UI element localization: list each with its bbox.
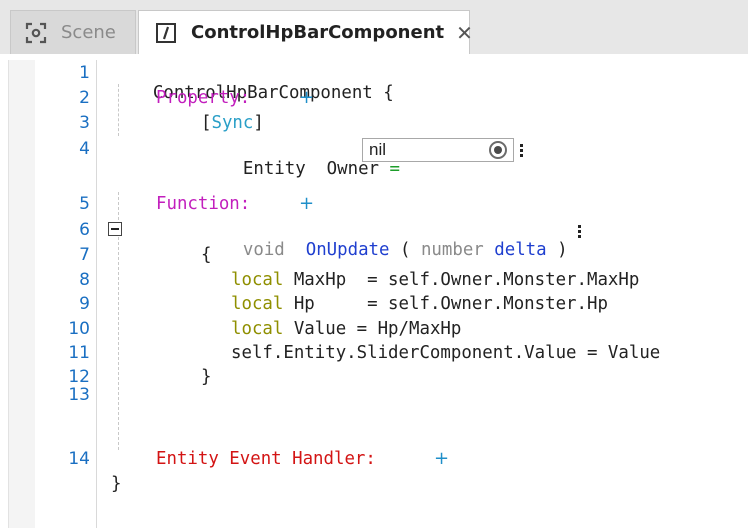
add-event-handler-button[interactable]: + xyxy=(434,449,449,469)
code-line-8: local MaxHp = self.Owner.Monster.MaxHp xyxy=(231,270,639,290)
scene-icon xyxy=(25,22,47,44)
line-number: 4 xyxy=(79,139,90,159)
property-equals: = xyxy=(389,159,400,179)
tab-scene-label: Scene xyxy=(61,22,116,43)
property-section-label: Property: xyxy=(156,88,251,108)
line-number: 9 xyxy=(79,294,90,314)
line-number: 8 xyxy=(79,270,90,290)
line-number: 12 xyxy=(68,367,90,387)
editor-left-margin xyxy=(8,60,35,528)
line-number: 2 xyxy=(79,88,90,108)
statement-text: self.Entity.SliderComponent.Value = Valu… xyxy=(231,343,661,363)
function-name: OnUpdate xyxy=(305,240,390,260)
line-number: 1 xyxy=(79,63,90,83)
line-number: 10 xyxy=(68,319,90,339)
tab-active-label: ControlHpBarComponent xyxy=(191,22,445,43)
function-more-icon[interactable] xyxy=(578,225,582,240)
statement-text: Value = Hp/MaxHp xyxy=(283,319,462,339)
paren-open: ( xyxy=(399,240,411,260)
add-function-button[interactable]: + xyxy=(299,194,314,214)
close-icon[interactable]: ✕ xyxy=(456,21,473,45)
script-editor: 1 2 3 4 5 6 7 8 9 10 11 12 13 14 Control… xyxy=(0,54,748,528)
property-more-icon[interactable] xyxy=(520,144,524,159)
script-file-icon xyxy=(155,22,177,44)
close-brace: } xyxy=(111,474,122,494)
statement-text: Hp = self.Owner.Monster.Hp xyxy=(283,294,608,314)
tab-bar: Scene ControlHpBarComponent ✕ xyxy=(0,0,748,54)
target-picker-icon[interactable] xyxy=(489,141,507,159)
local-keyword: local xyxy=(231,319,284,339)
open-brace: { xyxy=(383,83,394,103)
param-type: number xyxy=(420,240,484,260)
collapse-icon[interactable] xyxy=(108,222,122,236)
property-type: Entity xyxy=(242,159,306,179)
line-number: 11 xyxy=(68,343,90,363)
local-keyword: local xyxy=(231,294,284,314)
function-body-close: } xyxy=(201,367,212,387)
sync-keyword: Sync xyxy=(211,113,254,133)
code-line-9: local Hp = self.Owner.Monster.Hp xyxy=(231,294,608,314)
tab-scene[interactable]: Scene xyxy=(10,10,136,54)
return-type: void xyxy=(242,240,285,260)
event-handler-section-label: Entity Event Handler: xyxy=(156,449,376,469)
line-number: 14 xyxy=(68,449,90,469)
sync-attribute: [Sync] xyxy=(201,113,264,133)
line-number: 5 xyxy=(79,194,90,214)
function-body-open: { xyxy=(201,245,212,265)
statement-text: MaxHp = self.Owner.Monster.MaxHp xyxy=(283,270,640,290)
code-line-10: local Value = Hp/MaxHp xyxy=(231,319,461,339)
sync-close-bracket: ] xyxy=(253,113,264,133)
line-number: 7 xyxy=(79,245,90,265)
code-line-11: self.Entity.SliderComponent.Value = Valu… xyxy=(231,343,660,363)
property-name: Owner xyxy=(326,159,380,179)
add-property-button[interactable]: + xyxy=(299,88,314,108)
gutter-divider xyxy=(96,60,97,528)
line-number: 3 xyxy=(79,113,90,133)
local-keyword: local xyxy=(231,270,284,290)
line-number: 13 xyxy=(68,385,90,405)
function-section-label: Function: xyxy=(156,194,251,214)
tab-control-hp-bar-component[interactable]: ControlHpBarComponent ✕ xyxy=(138,10,473,54)
paren-close: ) xyxy=(557,240,568,260)
param-name: delta xyxy=(494,240,547,260)
line-number: 6 xyxy=(79,220,90,240)
sync-open-bracket: [ xyxy=(201,113,212,133)
